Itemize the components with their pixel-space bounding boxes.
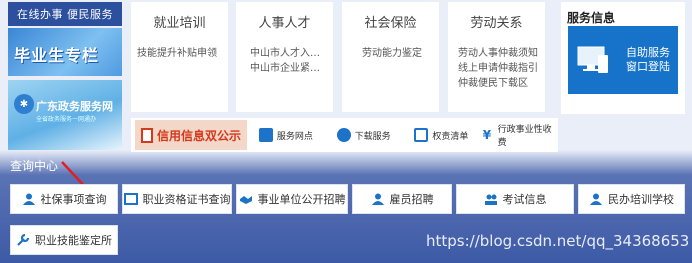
- quick-link-download[interactable]: 下载服务: [325, 128, 403, 142]
- query-button-label: 事业单位公开招聘: [257, 193, 346, 206]
- query-center-title: 查询中心: [10, 159, 59, 173]
- checklist-icon: [414, 128, 429, 142]
- query-button-label: 职业技能鉴定所: [35, 234, 112, 247]
- card-title[interactable]: 人事人才: [236, 12, 333, 31]
- query-skill-appraisal-button[interactable]: 职业技能鉴定所: [10, 225, 118, 255]
- card-link[interactable]: 劳动人事仲裁须知: [458, 46, 541, 61]
- card-social-insurance: 社会保险 劳动能力鉴定: [342, 2, 439, 112]
- watermark-url: https://blog.csdn.net/qq_34368653: [426, 232, 690, 250]
- quick-link-responsibility-list[interactable]: 权责清单: [403, 128, 481, 142]
- user-icon: [371, 193, 384, 205]
- query-private-training-school-button[interactable]: 民办培训学校: [578, 184, 685, 214]
- download-icon: [336, 128, 351, 142]
- gov-service-banner[interactable]: ✱ 广东政务服务网 全省政务服务一网通办: [8, 80, 122, 150]
- query-public-recruitment-button[interactable]: 事业单位公开招聘: [236, 184, 348, 214]
- handshake-icon: [239, 196, 252, 204]
- wrench-icon: [17, 233, 30, 246]
- quick-link-service-points[interactable]: 服务网点: [247, 128, 325, 142]
- user-icon: [590, 193, 602, 205]
- card-link[interactable]: 仲裁便民下载区: [458, 76, 541, 91]
- user-icon: [22, 193, 35, 205]
- self-service-login-button[interactable]: 自助服务 窗口登陆: [568, 26, 678, 94]
- query-button-label: 民办培训学校: [608, 193, 674, 206]
- card-link[interactable]: 中山市企业紧缺...: [250, 61, 329, 76]
- query-button-label: 雇员招聘: [389, 193, 434, 206]
- card-title[interactable]: 就业培训: [131, 12, 228, 31]
- gov-logo-icon: ✱: [14, 94, 34, 114]
- query-button-label: 职业资格证书查询: [142, 193, 231, 206]
- query-exam-info-button[interactable]: 考试信息: [456, 184, 574, 214]
- building-icon: [258, 128, 273, 142]
- graduate-banner-text: 毕业生专栏: [14, 46, 100, 65]
- gov-banner-subtitle: 全省政务服务一网通办: [36, 116, 97, 123]
- card-link[interactable]: 劳动能力鉴定: [362, 46, 435, 61]
- gov-banner-title: 广东政务服务网: [36, 100, 113, 113]
- quick-link-label: 下载服务: [354, 131, 391, 142]
- card-personnel-talent: 人事人才 中山市人才入户... 中山市企业紧缺...: [236, 2, 333, 112]
- quick-link-label: 权责清单: [432, 131, 469, 142]
- query-button-label: 社保事项查询: [40, 193, 107, 206]
- credit-info-label: 信用信息双公示: [157, 128, 242, 143]
- online-services-header[interactable]: 在线办事 便民服务: [8, 2, 122, 26]
- card-labor-relations: 劳动关系 劳动人事仲裁须知 线上申请仲裁指引 仲裁便民下载区: [448, 2, 545, 112]
- service-info-title: 服务信息: [567, 11, 616, 25]
- query-button-label: 考试信息: [502, 193, 547, 206]
- credit-info-link[interactable]: 信用信息双公示: [135, 120, 247, 150]
- card-link[interactable]: 中山市人才入户...: [250, 46, 329, 61]
- card-link[interactable]: 线上申请仲裁指引: [458, 61, 541, 76]
- graduate-column-banner[interactable]: 毕业生专栏: [8, 28, 122, 76]
- self-service-label-line2: 窗口登陆: [626, 60, 670, 73]
- card-title[interactable]: 社会保险: [342, 12, 439, 31]
- self-service-label-line1: 自助服务: [626, 46, 670, 59]
- quick-links-bar: 信用信息双公示 服务网点 下载服务 权责清单 ¥ 行政事业性收费: [131, 118, 558, 152]
- card-link[interactable]: 技能提升补贴申领: [137, 46, 224, 61]
- service-info-panel: 服务信息 自助服务 窗口登陆: [561, 2, 685, 114]
- quick-link-label: 行政事业性收费: [497, 125, 552, 148]
- self-service-label: 自助服务 窗口登陆: [626, 46, 670, 74]
- document-icon: [141, 127, 153, 143]
- people-icon: [484, 194, 497, 205]
- quick-link-label: 服务网点: [276, 131, 313, 142]
- card-employment-training: 就业培训 技能提升补贴申领: [131, 2, 228, 112]
- computer-icon: [577, 46, 608, 73]
- quick-link-admin-fees[interactable]: ¥ 行政事业性收费: [480, 122, 558, 148]
- query-qualification-cert-button[interactable]: 职业资格证书查询: [122, 184, 232, 214]
- yen-icon: ¥: [482, 128, 492, 142]
- query-social-security-button[interactable]: 社保事项查询: [10, 184, 118, 214]
- card-title[interactable]: 劳动关系: [448, 12, 545, 31]
- certificate-icon: [123, 193, 138, 205]
- query-employee-recruitment-button[interactable]: 雇员招聘: [352, 184, 452, 214]
